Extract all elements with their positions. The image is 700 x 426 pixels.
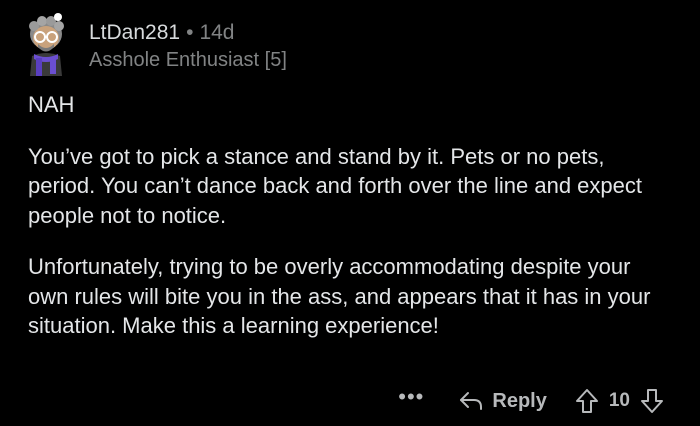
vote-controls: 10 xyxy=(575,388,664,414)
reply-arrow-icon xyxy=(460,392,483,410)
comment-header: LtDan281 • 14d xyxy=(89,20,287,46)
downvote-icon[interactable] xyxy=(640,388,664,414)
upvote-icon[interactable] xyxy=(575,388,599,414)
comment-paragraph-3: Unfortunately, trying to be overly accom… xyxy=(28,254,651,338)
avatar[interactable] xyxy=(20,12,72,76)
user-flair: Asshole Enthusiast [5] xyxy=(89,49,287,71)
comment-age: 14d xyxy=(199,21,235,44)
more-options-button[interactable]: ••• xyxy=(398,386,424,415)
comment-actions: ••• Reply 10 xyxy=(398,384,664,418)
comment-paragraph-1: NAH xyxy=(28,92,75,117)
reply-label: Reply xyxy=(492,389,547,412)
author-name[interactable]: LtDan281 xyxy=(89,21,180,44)
comment-paragraph-2: You’ve got to pick a stance and stand by… xyxy=(28,143,642,228)
comment: LtDan281 • 14d Asshole Enthusiast [5] NAH … xyxy=(0,0,700,426)
vote-score: 10 xyxy=(608,390,630,411)
meta-separator: • xyxy=(186,21,194,44)
comment-body: NAH You’ve got to pick a stance and stan… xyxy=(28,90,668,341)
avatar-image xyxy=(29,13,64,76)
comment-meta: LtDan281 • 14d Asshole Enthusiast [5] xyxy=(89,20,287,73)
reply-button[interactable]: Reply xyxy=(458,389,547,413)
